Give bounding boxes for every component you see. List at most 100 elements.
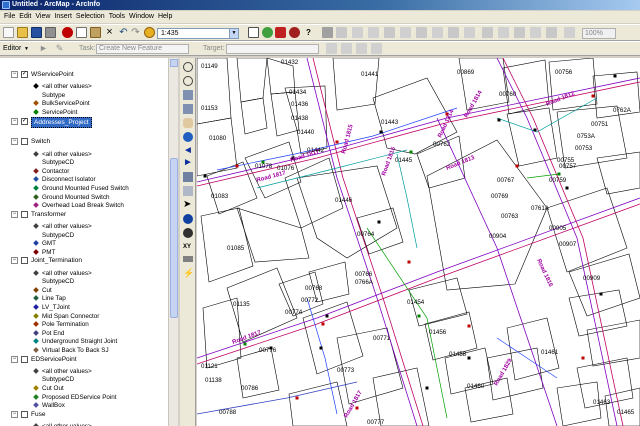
legend-symbol-icon[interactable] [33,248,39,255]
full-extent-globe-icon[interactable] [183,132,193,142]
layer-name[interactable]: EDServicePoint [31,355,77,364]
forward-extent-arrow-icon[interactable]: ► [183,158,193,168]
arccatalog-icon[interactable] [275,27,286,38]
sketch-tool-icon[interactable]: ✎ [54,43,65,54]
legend-symbol-icon[interactable] [33,202,39,209]
new-document-icon[interactable] [3,27,14,38]
select-elements-arrow-icon[interactable]: ➤ [183,200,193,210]
legend-symbol-icon[interactable] [33,100,39,107]
layer-name[interactable]: Transformer [31,210,66,219]
zoom-in-icon[interactable] [183,62,193,72]
target-combobox[interactable] [226,44,319,54]
legend-symbol-icon[interactable] [33,109,39,115]
menu-window[interactable]: Window [127,11,156,23]
identify-icon[interactable] [183,214,193,224]
expander-minus-icon[interactable]: − [11,117,18,125]
editor-toolbar-icon[interactable] [248,27,259,38]
menu-file[interactable]: File [2,11,17,23]
layer-name[interactable]: WServicePoint [31,70,74,79]
clear-selection-icon[interactable] [183,186,193,196]
layer-visibility-checkbox[interactable] [21,410,28,418]
arctoolbox-icon[interactable] [262,27,273,38]
find-binoculars-icon[interactable] [183,228,193,238]
copy-icon[interactable] [76,27,87,38]
back-extent-arrow-icon[interactable]: ◄ [183,146,193,156]
paste-icon[interactable] [90,27,101,38]
open-folder-icon[interactable] [17,27,28,38]
layer-name[interactable]: Addresses_Project [31,116,92,128]
legend-symbol-icon[interactable] [33,402,39,409]
map-scale-combobox[interactable]: 1:435 ▼ [157,28,239,39]
layer-name[interactable]: Fuse [31,410,45,419]
legend-symbol-icon[interactable] [33,393,39,400]
map-canvas[interactable]: 0114901432014340143601438014400144201441… [197,58,640,426]
zoom-out-icon[interactable] [183,76,193,86]
edit-tool-icon[interactable]: ► [38,43,49,54]
layer-name[interactable]: Switch [31,137,50,146]
expander-minus-icon[interactable]: − [11,257,18,265]
legend-symbol-icon[interactable] [33,295,39,302]
legend-symbol-icon[interactable] [33,329,39,336]
menu-insert[interactable]: Insert [52,11,74,23]
undo-icon[interactable]: ↶ [118,27,129,38]
fixed-zoom-out-icon[interactable] [183,104,193,114]
legend-symbol-icon[interactable] [33,367,39,374]
layer-visibility-checkbox[interactable]: ✓ [21,71,28,78]
layer-visibility-checkbox[interactable]: ✓ [21,117,28,125]
scroll-up-arrow-icon[interactable] [170,59,178,67]
legend-symbol-icon[interactable] [33,150,39,157]
toc-scrollbar[interactable] [168,58,178,426]
legend-symbol-icon[interactable] [33,304,39,310]
menu-tools[interactable]: Tools [107,11,127,23]
legend-symbol-icon[interactable] [33,321,39,328]
legend-symbol-icon[interactable] [33,185,39,191]
menu-selection[interactable]: Selection [74,11,107,23]
redo-icon[interactable]: ↷ [130,27,141,38]
command-line-icon[interactable] [289,27,300,38]
layer-visibility-checkbox[interactable] [21,355,28,363]
select-features-icon[interactable] [183,172,193,182]
cut-icon[interactable] [62,27,73,38]
expander-minus-icon[interactable]: − [11,138,18,146]
expander-minus-icon[interactable]: − [11,410,18,418]
legend-symbol-icon[interactable] [33,338,39,345]
legend-symbol-icon[interactable] [33,176,39,183]
legend-symbol-icon[interactable] [33,385,39,391]
add-data-icon[interactable] [144,27,155,38]
layer-visibility-checkbox[interactable] [21,138,28,146]
legend-symbol-icon[interactable] [33,312,39,319]
go-to-xy-icon[interactable]: XY [183,242,193,252]
map-display[interactable]: 01149 01432 01434 01436 01438 01440 01442 01441… [197,58,640,426]
delete-icon[interactable]: × [104,27,115,38]
chevron-down-icon[interactable]: ▼ [24,44,29,54]
pan-hand-icon[interactable] [183,118,193,128]
expander-minus-icon[interactable]: − [11,210,18,218]
legend-symbol-icon[interactable] [33,167,39,174]
layer-visibility-checkbox[interactable] [21,210,28,218]
menu-view[interactable]: View [33,11,52,23]
layer-visibility-checkbox[interactable] [21,257,28,265]
menu-help[interactable]: Help [156,11,174,23]
editor-menu[interactable]: Editor [3,44,21,54]
fixed-zoom-in-icon[interactable] [183,90,193,100]
legend-symbol-icon[interactable] [33,269,39,276]
whats-this-icon[interactable]: ? [303,27,314,38]
save-icon[interactable] [31,27,42,38]
legend-symbol-icon[interactable] [33,347,39,353]
layout-zoom-combobox[interactable]: 100% [582,28,616,39]
expander-minus-icon[interactable]: − [11,71,18,78]
print-icon[interactable] [45,27,56,38]
hyperlink-icon[interactable]: ⚡ [183,268,194,278]
expander-minus-icon[interactable]: − [11,355,18,363]
task-combobox[interactable]: Create New Feature [96,44,189,54]
scrollbar-thumb[interactable] [170,158,178,318]
chevron-down-icon[interactable]: ▼ [229,29,238,38]
legend-symbol-icon[interactable] [33,193,39,200]
legend-symbol-icon[interactable] [33,223,39,229]
layer-name[interactable]: Joint_Termination [31,256,82,265]
legend-symbol-icon[interactable] [33,240,39,247]
legend-symbol-icon[interactable] [33,286,39,293]
menu-edit[interactable]: Edit [17,11,33,23]
measure-icon[interactable] [183,256,193,262]
legend-symbol-icon[interactable] [33,83,39,90]
